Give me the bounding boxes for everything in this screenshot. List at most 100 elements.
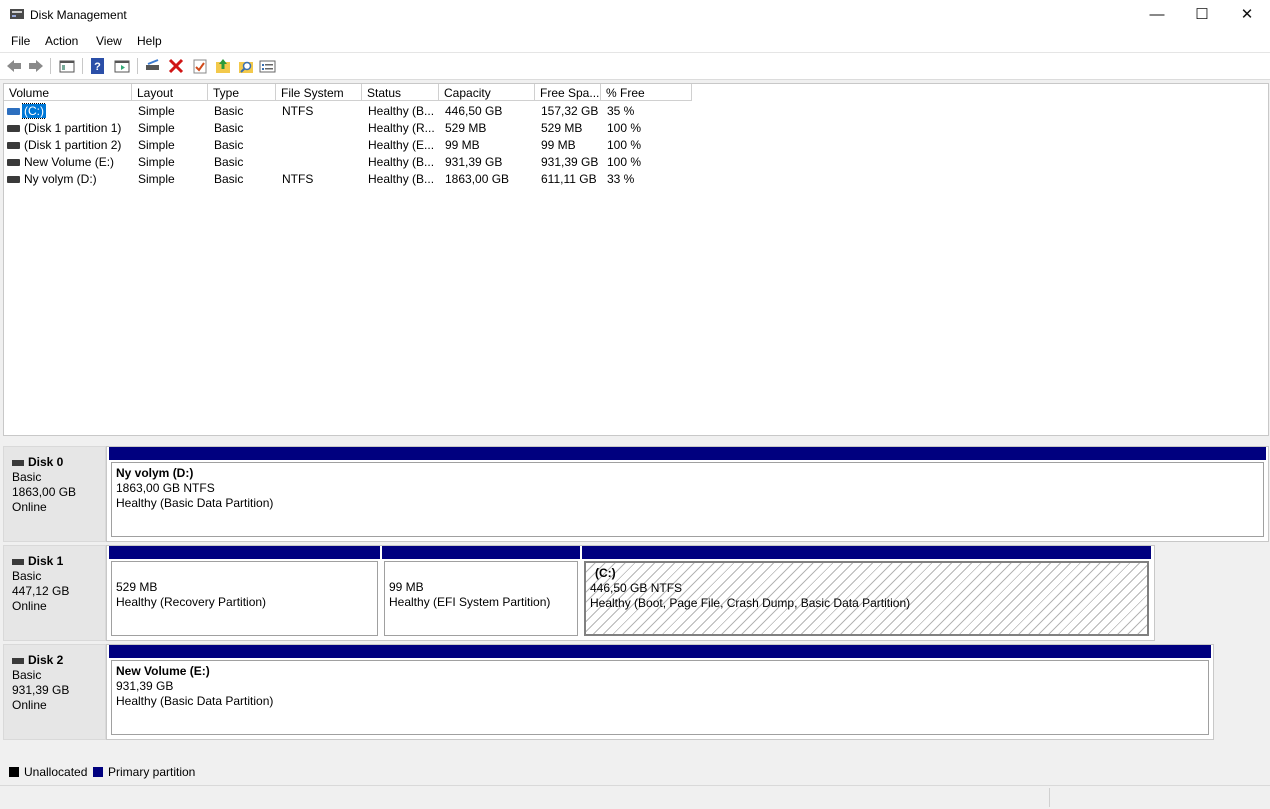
column-header-capacity[interactable]: Capacity [439, 84, 535, 101]
check-icon[interactable] [191, 57, 209, 75]
show-hide-tree-icon[interactable] [58, 57, 76, 75]
column-header-percent-free[interactable]: % Free [601, 84, 692, 101]
volume-list: Volume Layout Type File System Status Ca… [3, 83, 1269, 436]
partition-size: 446,50 GB NTFS [590, 581, 683, 595]
layout-cell: Simple [138, 155, 175, 169]
free-space-cell: 611,11 GB [541, 172, 597, 186]
volume-name: New Volume (E:) [24, 155, 115, 169]
folder-up-icon[interactable] [214, 57, 232, 75]
column-header-free-space[interactable]: Free Spa... [535, 84, 601, 101]
status-cell: Healthy (B... [368, 155, 435, 169]
partition-size: 99 MB [389, 580, 424, 594]
disk-icon [12, 657, 24, 664]
minimize-button[interactable]: — [1134, 0, 1180, 30]
primary-partition-swatch [93, 767, 103, 777]
partition-c[interactable]: (C:) 446,50 GB NTFS Healthy (Boot, Page … [582, 546, 1151, 638]
properties-icon[interactable] [113, 57, 131, 75]
search-folder-icon[interactable] [237, 57, 255, 75]
partition-name: (C:) [595, 566, 616, 580]
status-cell: Healthy (B... [368, 104, 435, 118]
column-header-file-system[interactable]: File System [276, 84, 362, 101]
percent-free-cell: 100 % [607, 121, 642, 135]
layout-cell: Simple [138, 172, 175, 186]
partition-e[interactable]: New Volume (E:) 931,39 GB Healthy (Basic… [109, 645, 1211, 737]
disk-state: Online [12, 500, 47, 514]
column-header-type[interactable]: Type [208, 84, 276, 101]
capacity-cell: 529 MB [445, 121, 487, 135]
list-view-icon[interactable] [259, 57, 277, 75]
partition-name: New Volume (E:) [116, 664, 210, 678]
table-row[interactable]: New Volume (E:) Simple Basic Healthy (B.… [4, 154, 704, 171]
window-title: Disk Management [30, 8, 127, 22]
table-row[interactable]: (Disk 1 partition 2) Simple Basic Health… [4, 137, 704, 154]
table-row[interactable]: (C:) Simple Basic NTFS Healthy (B... 446… [4, 103, 704, 120]
partition-status: Healthy (Basic Data Partition) [116, 496, 274, 510]
column-header-layout[interactable]: Layout [132, 84, 208, 101]
primary-partition-bar [382, 546, 580, 559]
table-row[interactable]: Ny volym (D:) Simple Basic NTFS Healthy … [4, 171, 704, 188]
maximize-button[interactable]: ☐ [1179, 0, 1225, 30]
close-button[interactable]: ✕ [1224, 0, 1270, 30]
disk-1-label[interactable]: Disk 1 Basic 447,12 GB Online [3, 545, 106, 641]
partition-status: Healthy (EFI System Partition) [389, 595, 551, 609]
free-space-cell: 157,32 GB [541, 104, 599, 118]
disk-2-label[interactable]: Disk 2 Basic 931,39 GB Online [3, 644, 106, 740]
disk-type: Basic [12, 470, 42, 484]
disk-management-app-icon [10, 9, 24, 19]
menu-view[interactable]: View [96, 34, 122, 48]
partition-status: Healthy (Recovery Partition) [116, 595, 267, 609]
legend-primary-partition: Primary partition [108, 765, 196, 779]
status-cell: Healthy (B... [368, 172, 435, 186]
disk-type: Basic [12, 668, 42, 682]
disk-state: Online [12, 599, 47, 613]
percent-free-cell: 35 % [607, 104, 635, 118]
disk-0-partitions: Ny volym (D:) 1863,00 GB NTFS Healthy (B… [106, 446, 1269, 542]
free-space-cell: 931,39 GB [541, 155, 599, 169]
menu-bar: File Action View Help [0, 30, 1270, 53]
volume-icon [7, 108, 20, 115]
disk-size: 447,12 GB [12, 584, 70, 598]
percent-free-cell: 33 % [607, 172, 635, 186]
type-cell: Basic [214, 138, 244, 152]
disk-name: Disk 0 [28, 455, 64, 469]
back-arrow-icon[interactable] [5, 57, 23, 75]
forward-arrow-icon[interactable] [27, 57, 45, 75]
help-icon[interactable]: ? [89, 57, 107, 75]
partition-status: Healthy (Basic Data Partition) [116, 694, 274, 708]
column-header-status[interactable]: Status [362, 84, 439, 101]
partition-recovery[interactable]: 529 MB Healthy (Recovery Partition) [109, 546, 380, 638]
delete-icon[interactable] [167, 57, 185, 75]
disk-graphical-view: Disk 0 Basic 1863,00 GB Online Ny volym … [3, 441, 1269, 759]
primary-partition-bar [109, 645, 1211, 658]
disk-state: Online [12, 698, 47, 712]
menu-file[interactable]: File [11, 34, 30, 48]
type-cell: Basic [214, 172, 244, 186]
column-header-volume[interactable]: Volume [4, 84, 132, 101]
free-space-cell: 99 MB [541, 138, 576, 152]
disk-size: 931,39 GB [12, 683, 70, 697]
percent-free-cell: 100 % [607, 138, 642, 152]
layout-cell: Simple [138, 104, 175, 118]
menu-action[interactable]: Action [45, 34, 78, 48]
free-space-cell: 529 MB [541, 121, 583, 135]
partition-size: 1863,00 GB NTFS [116, 481, 215, 495]
table-row[interactable]: (Disk 1 partition 1) Simple Basic Health… [4, 120, 704, 137]
primary-partition-bar [582, 546, 1151, 559]
volume-icon [7, 159, 20, 166]
connect-drive-icon[interactable] [144, 57, 162, 75]
partition-d[interactable]: Ny volym (D:) 1863,00 GB NTFS Healthy (B… [109, 447, 1266, 539]
svg-text:?: ? [94, 61, 101, 73]
partition-size: 529 MB [116, 580, 158, 594]
disk-icon [12, 558, 24, 565]
menu-help[interactable]: Help [137, 34, 162, 48]
volume-icon [7, 142, 20, 149]
volume-icon [7, 176, 20, 183]
disk-icon [12, 459, 24, 466]
file-system-cell: NTFS [282, 172, 314, 186]
partition-status: Healthy (Boot, Page File, Crash Dump, Ba… [590, 596, 911, 610]
status-bar [0, 785, 1270, 809]
capacity-cell: 446,50 GB [445, 104, 503, 118]
partition-efi[interactable]: 99 MB Healthy (EFI System Partition) [382, 546, 580, 638]
disk-1-partitions: 529 MB Healthy (Recovery Partition) 99 M… [106, 545, 1155, 641]
disk-0-label[interactable]: Disk 0 Basic 1863,00 GB Online [3, 446, 106, 542]
